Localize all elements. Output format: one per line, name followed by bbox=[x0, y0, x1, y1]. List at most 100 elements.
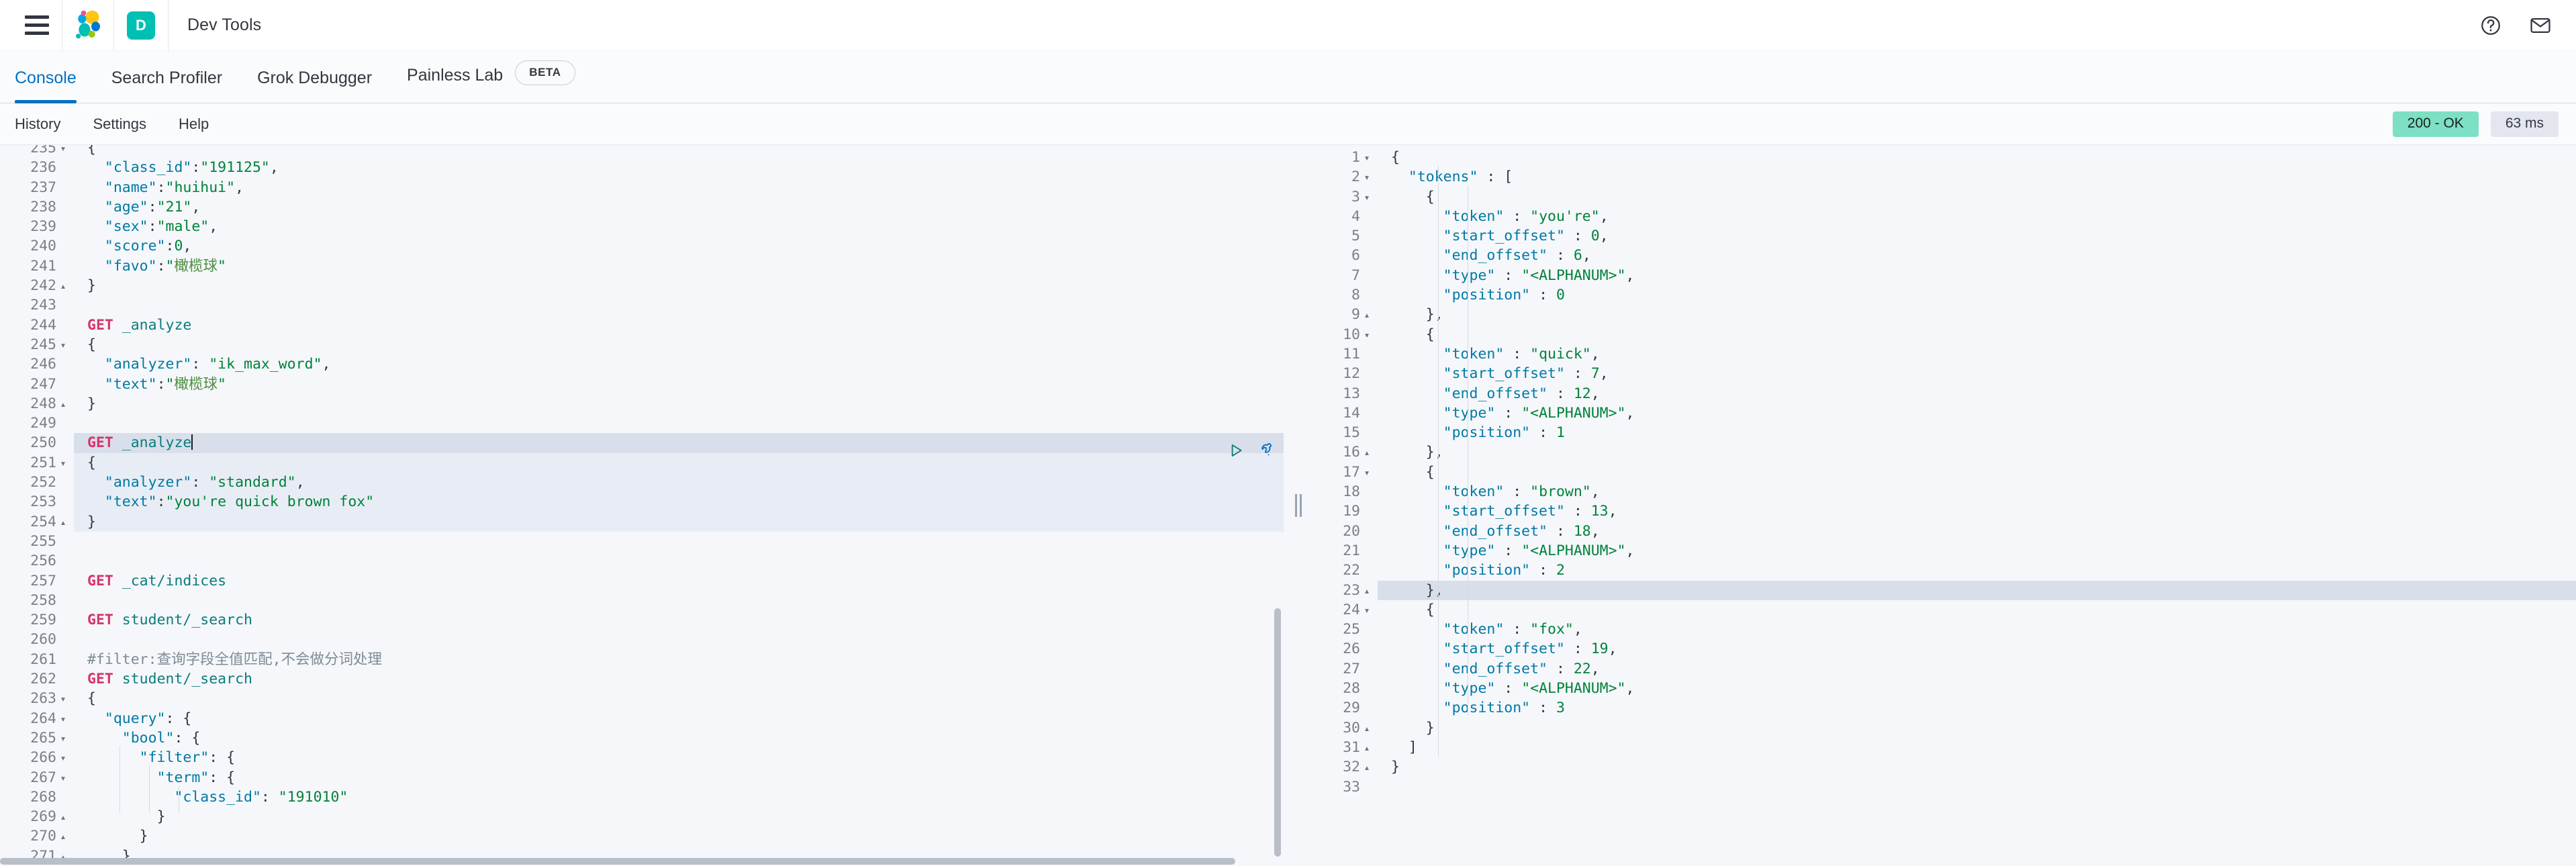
code-line[interactable]: 249 bbox=[0, 414, 1284, 434]
space-avatar[interactable]: D bbox=[114, 0, 168, 51]
history-button[interactable]: History bbox=[15, 115, 60, 133]
fold-down-icon[interactable]: ▾ bbox=[1360, 148, 1374, 168]
code-line[interactable]: 237 "name":"huihui", bbox=[0, 177, 1284, 197]
fold-down-icon[interactable]: ▾ bbox=[56, 336, 70, 355]
code-line[interactable]: 263 ▾ { bbox=[0, 689, 1284, 710]
fold-down-icon[interactable]: ▾ bbox=[56, 145, 70, 158]
code-line[interactable]: 258 bbox=[0, 590, 1284, 611]
code-line[interactable]: 24 ▾ { bbox=[1313, 599, 2576, 622]
code-line[interactable]: 20 "end_offset" : 18, bbox=[1313, 521, 2576, 541]
code-line[interactable]: 32 ▴} bbox=[1313, 757, 2576, 779]
fold-up-icon[interactable]: ▴ bbox=[1360, 443, 1374, 463]
code-line[interactable]: 264 ▾ "query": { bbox=[0, 708, 1284, 730]
code-line[interactable]: 262 GET student/_search bbox=[0, 669, 1284, 689]
code-line[interactable]: 240 "score":0, bbox=[0, 236, 1284, 256]
code-line[interactable]: 5 "start_offset" : 0, bbox=[1313, 226, 2576, 246]
code-line[interactable]: 1 ▾ { bbox=[1313, 148, 2576, 169]
code-line[interactable]: 252 "analyzer": "standard", bbox=[0, 473, 1284, 493]
code-line[interactable]: 4 "token" : "you're", bbox=[1313, 206, 2576, 227]
response-viewer[interactable]: 1 ▾{2 ▾ "tokens" : [3 ▾ {4 "token" : "you'r… bbox=[1313, 145, 2576, 866]
code-line[interactable]: 256 bbox=[0, 551, 1284, 571]
code-line[interactable]: 247 "text":"橄榄球" bbox=[0, 374, 1284, 394]
tab-painless-lab[interactable]: Painless Lab BETA bbox=[407, 60, 575, 103]
fold-down-icon[interactable]: ▾ bbox=[1360, 463, 1374, 483]
request-editor-scrollbar[interactable] bbox=[1274, 608, 1281, 857]
fold-up-icon[interactable]: ▴ bbox=[56, 277, 70, 296]
code-line[interactable]: 27 "end_offset" : 22, bbox=[1313, 659, 2576, 679]
fold-up-icon[interactable]: ▴ bbox=[56, 513, 70, 532]
code-line[interactable]: 248 ▴} bbox=[0, 393, 1284, 416]
request-editor[interactable]: 235 ▾{236 "class_id":"191125", 237 "name":… bbox=[0, 145, 1284, 866]
code-line[interactable]: 270 ▴ } bbox=[0, 826, 1284, 848]
code-line[interactable]: 16 ▴ }, bbox=[1313, 442, 2576, 464]
fold-up-icon[interactable]: ▴ bbox=[1360, 719, 1374, 738]
tab-search-profiler[interactable]: Search Profiler bbox=[111, 68, 222, 103]
fold-down-icon[interactable]: ▾ bbox=[1360, 326, 1374, 345]
wrench-icon[interactable] bbox=[1255, 442, 1273, 459]
code-line[interactable]: 31 ▴ ] bbox=[1313, 737, 2576, 759]
code-line[interactable]: 26 "start_offset" : 19, bbox=[1313, 639, 2576, 659]
code-line[interactable]: 12 "start_offset" : 7, bbox=[1313, 364, 2576, 384]
code-line[interactable]: 28 "type" : "<ALPHANUM>", bbox=[1313, 679, 2576, 699]
fold-up-icon[interactable]: ▴ bbox=[56, 395, 70, 414]
fold-up-icon[interactable]: ▴ bbox=[56, 808, 70, 827]
fold-up-icon[interactable]: ▴ bbox=[1360, 305, 1374, 325]
code-line[interactable]: 14 "type" : "<ALPHANUM>", bbox=[1313, 403, 2576, 424]
code-line[interactable]: 8 "position" : 0 bbox=[1313, 285, 2576, 305]
code-line[interactable]: 242 ▴} bbox=[0, 276, 1284, 297]
fold-down-icon[interactable]: ▾ bbox=[1360, 168, 1374, 187]
fold-down-icon[interactable]: ▾ bbox=[56, 689, 70, 709]
code-line[interactable]: 2 ▾ "tokens" : [ bbox=[1313, 167, 2576, 189]
code-line[interactable]: 9 ▴ }, bbox=[1313, 305, 2576, 326]
code-line[interactable]: 253 "text":"you're quick brown fox" bbox=[0, 492, 1284, 512]
code-line[interactable]: 19 "start_offset" : 13, bbox=[1313, 501, 2576, 522]
code-line[interactable]: 266 ▾ "filter": { bbox=[0, 748, 1284, 769]
code-line[interactable]: 11 "token" : "quick", bbox=[1313, 344, 2576, 365]
code-line[interactable]: 29 "position" : 3 bbox=[1313, 698, 2576, 718]
code-line[interactable]: 241 "favo":"橄榄球" bbox=[0, 256, 1284, 277]
code-line[interactable]: 33 bbox=[1313, 777, 2576, 797]
code-line[interactable]: 13 "end_offset" : 12, bbox=[1313, 383, 2576, 403]
code-line[interactable]: 254 ▴} bbox=[0, 512, 1284, 533]
fold-down-icon[interactable]: ▾ bbox=[56, 749, 70, 768]
pane-resize-handle[interactable] bbox=[1284, 145, 1313, 866]
code-line[interactable]: 269 ▴ } bbox=[0, 807, 1284, 828]
code-line[interactable]: 259 GET student/_search bbox=[0, 610, 1284, 630]
fold-down-icon[interactable]: ▾ bbox=[56, 454, 70, 473]
code-line[interactable]: 6 "end_offset" : 6, bbox=[1313, 246, 2576, 266]
code-line[interactable]: 17 ▾ { bbox=[1313, 462, 2576, 484]
code-line[interactable]: 15 "position" : 1 bbox=[1313, 423, 2576, 443]
help-circle-icon[interactable] bbox=[2479, 14, 2502, 37]
code-line[interactable]: 238 "age":"21", bbox=[0, 197, 1284, 218]
code-line[interactable]: 265 ▾ "bool": { bbox=[0, 728, 1284, 750]
code-line[interactable]: 244 GET _analyze bbox=[0, 315, 1284, 335]
code-line[interactable]: 261 #filter:查询字段全值匹配,不会做分词处理 bbox=[0, 649, 1284, 670]
mail-icon[interactable] bbox=[2529, 14, 2552, 37]
code-line[interactable]: 23 ▴ }, bbox=[1313, 580, 2576, 602]
fold-down-icon[interactable]: ▾ bbox=[1360, 601, 1374, 620]
request-editor-hscrollbar[interactable] bbox=[0, 858, 1235, 865]
code-line[interactable]: 18 "token" : "brown", bbox=[1313, 482, 2576, 502]
code-line[interactable]: 243 bbox=[0, 295, 1284, 316]
fold-down-icon[interactable]: ▾ bbox=[56, 729, 70, 749]
fold-up-icon[interactable]: ▴ bbox=[1360, 758, 1374, 777]
code-line[interactable]: 251 ▾ { bbox=[0, 452, 1284, 475]
code-line[interactable]: 3 ▾ { bbox=[1313, 187, 2576, 208]
fold-down-icon[interactable]: ▾ bbox=[1360, 188, 1374, 207]
code-line[interactable]: 239 "sex":"male", bbox=[0, 217, 1284, 237]
code-line[interactable]: 22 "position" : 2 bbox=[1313, 561, 2576, 581]
settings-button[interactable]: Settings bbox=[93, 115, 146, 133]
fold-up-icon[interactable]: ▴ bbox=[1360, 738, 1374, 758]
code-line[interactable]: 10 ▾ { bbox=[1313, 324, 2576, 346]
code-line[interactable]: 7 "type" : "<ALPHANUM>", bbox=[1313, 265, 2576, 286]
help-button[interactable]: Help bbox=[179, 115, 209, 133]
tab-console[interactable]: Console bbox=[15, 68, 77, 103]
code-line[interactable]: 246 "analyzer": "ik_max_word", bbox=[0, 354, 1284, 375]
play-triangle-icon[interactable] bbox=[1227, 442, 1245, 459]
code-line[interactable]: 21 "type" : "<ALPHANUM>", bbox=[1313, 540, 2576, 561]
fold-up-icon[interactable]: ▴ bbox=[1360, 581, 1374, 601]
code-line[interactable]: 236 "class_id":"191125", bbox=[0, 158, 1284, 178]
code-line[interactable]: 235 ▾ { bbox=[0, 145, 1284, 160]
hamburger-icon[interactable] bbox=[12, 0, 62, 51]
fold-up-icon[interactable]: ▴ bbox=[56, 827, 70, 847]
